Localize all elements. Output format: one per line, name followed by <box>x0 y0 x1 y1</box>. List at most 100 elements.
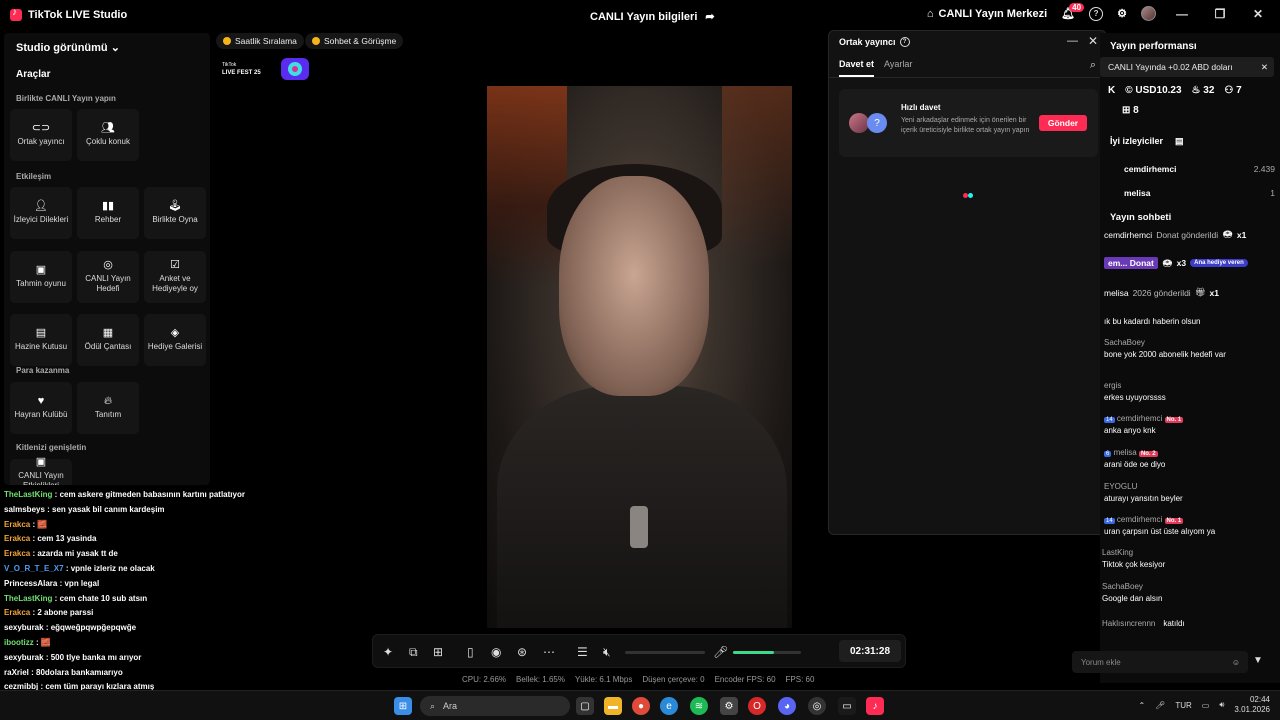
windows-start-icon[interactable]: ⊞ <box>394 697 412 715</box>
speaker-muted-icon[interactable]: 🔇︎ <box>603 645 611 660</box>
tile-live-goal[interactable]: ◎ CANLI Yayın Hedefi <box>77 251 139 303</box>
chat-username[interactable]: salmsbeys <box>4 505 45 514</box>
taskbar-search[interactable]: ⌕ Ara <box>420 696 570 716</box>
chat-username[interactable]: Erakca <box>4 534 30 543</box>
send-invite-button[interactable]: Gönder <box>1039 115 1087 131</box>
performance-status: CPU: 2.66% Bellek: 1.65% Yükle: 6.1 Mbps… <box>462 675 815 684</box>
opera-icon[interactable]: O <box>748 697 766 715</box>
tile-fan-club[interactable]: ♥ Hayran Kulübü <box>10 382 72 434</box>
chat-username[interactable]: TheLastKing <box>4 594 52 603</box>
tile-treasure-box[interactable]: ▤ Hazine Kutusu <box>10 314 72 366</box>
settings-icon[interactable]: ⚙ <box>720 697 738 715</box>
comment-input[interactable]: Yorum ekle ☺ <box>1072 651 1248 673</box>
hourly-ranking-chip[interactable]: Saatlik Sıralama <box>216 33 304 49</box>
tab-invite[interactable]: Davet et <box>839 59 875 77</box>
search-icon[interactable]: ⌕ <box>1090 59 1096 72</box>
volume-icon[interactable]: 🔊︎ <box>1219 700 1224 710</box>
studio-view-dropdown[interactable]: Studio görünümü ⌄ <box>16 41 120 54</box>
info-icon[interactable]: ? <box>899 37 910 47</box>
chat-username[interactable]: 14 cemdirhemci No. 1 <box>1104 515 1215 524</box>
viewer-row[interactable]: cemdirhemci 2.439 <box>1110 164 1275 174</box>
tile-prize-bag[interactable]: ▦ Ödül Çantası <box>77 314 139 366</box>
chat-text: Tiktok çok kesiyor <box>1102 560 1166 569</box>
file-explorer-icon[interactable]: ▬ <box>604 697 622 715</box>
network-icon[interactable]: ▭ <box>1202 701 1210 710</box>
chat-username[interactable]: SachaBoey <box>1102 582 1163 591</box>
close-button[interactable]: ✕ <box>1246 7 1270 21</box>
tile-viewer-requests[interactable]: 👤︎ İzleyici Dilekleri <box>10 187 72 239</box>
gift-event: cemdirhemci Donat gönderildi 🍩︎ x1 <box>1104 229 1247 240</box>
tile-poll[interactable]: ☑ Anket ve Hediyeyle oy <box>144 251 206 303</box>
chrome-icon[interactable]: ● <box>632 697 650 715</box>
tile-cohost[interactable]: ⊂⊃ Ortak yayıncı <box>10 109 72 161</box>
gear-icon[interactable]: ⚙ <box>1117 7 1127 20</box>
chevron-up-icon[interactable]: ⌃ <box>1138 701 1145 710</box>
phone-icon[interactable]: ▯ <box>467 645 474 659</box>
chat-username[interactable]: LastKing <box>1102 548 1165 557</box>
chat-username[interactable]: 6 melisa No. 2 <box>1104 448 1165 457</box>
tile-promote[interactable]: 🔥︎ Tanıtım <box>77 382 139 434</box>
obs-icon[interactable]: ◎ <box>808 697 826 715</box>
chat-username[interactable]: EYOGLU <box>1104 482 1183 491</box>
chat-username[interactable]: PrincessAlara <box>4 579 57 588</box>
chat-call-chip[interactable]: Sohbet & Görüşme <box>305 33 404 49</box>
live-info-button[interactable]: CANLI Yayın bilgileri ➦ <box>590 10 715 24</box>
chat-username[interactable]: ergis <box>1104 381 1166 390</box>
chat-username[interactable]: raXriel <box>4 668 29 677</box>
live-timer: 02:31:28 <box>839 640 901 662</box>
discord-icon[interactable]: ◕ <box>778 697 796 715</box>
layout-icon[interactable]: ⧉ <box>409 645 418 660</box>
chat-username[interactable]: TheLastKing <box>4 490 52 499</box>
minimize-button[interactable]: — <box>1170 7 1194 21</box>
minimize-popup-button[interactable]: — <box>1067 35 1078 47</box>
microphone-icon[interactable]: 🎤︎ <box>1155 701 1165 710</box>
chat-message: ibootizz : 🧱 <box>4 638 51 647</box>
tile-guide[interactable]: ▮▮ Rehber <box>77 187 139 239</box>
list-icon[interactable]: ▤ <box>1175 136 1184 147</box>
task-view-icon[interactable]: ▢ <box>576 697 594 715</box>
edge-icon[interactable]: e <box>660 697 678 715</box>
tab-settings[interactable]: Ayarlar <box>884 59 912 77</box>
terminal-icon[interactable]: ▭ <box>838 697 856 715</box>
chat-username[interactable]: sexyburak <box>4 623 44 632</box>
viewer-row[interactable]: melisa 1 <box>1110 188 1275 198</box>
help-icon[interactable]: ? <box>1089 6 1104 21</box>
sliders-icon[interactable]: ☰ <box>577 645 588 659</box>
chat-username[interactable]: ibootizz <box>4 638 34 647</box>
effects-icon[interactable]: ⊛ <box>517 645 527 659</box>
avatar[interactable] <box>1141 6 1156 21</box>
more-icon[interactable]: ⋯ <box>543 645 555 659</box>
mic-level-slider[interactable] <box>733 651 801 654</box>
chat-username[interactable]: Haklısıncrennn <box>1102 619 1155 628</box>
quick-invite-desc: Yeni arkadaşlar edinmek için önerilen bi… <box>901 117 1030 134</box>
chat-username[interactable]: Erakca <box>4 549 30 558</box>
notifications-button[interactable]: 🔔︎ 40 <box>1061 3 1085 20</box>
tile-multi-guest[interactable]: 👥︎ Çoklu konuk <box>77 109 139 161</box>
language-indicator[interactable]: TUR <box>1175 701 1191 710</box>
screen-icon[interactable]: ⊞ <box>433 645 443 659</box>
chat-username[interactable]: V_O_R_T_E_X7 <box>4 564 64 573</box>
close-notice-icon[interactable]: ✕ <box>1261 62 1268 73</box>
tile-play-together[interactable]: 🕹︎ Birlikte Oyna <box>144 187 206 239</box>
tile-live-events[interactable]: ▣CANLI Yayın Etkinlikleri <box>10 457 72 485</box>
chat-username[interactable]: 14 cemdirhemci No. 1 <box>1104 414 1184 423</box>
magic-icon[interactable]: ✦ <box>383 645 393 659</box>
filter-icon[interactable]: ▼ <box>1253 655 1263 666</box>
clock[interactable]: 02:44 3.01.2026 <box>1234 695 1270 715</box>
close-popup-button[interactable]: ✕ <box>1088 34 1098 48</box>
record-icon[interactable]: ◉ <box>491 645 501 659</box>
microphone-icon[interactable]: 🎤︎ <box>713 645 728 659</box>
spotify-icon[interactable]: ≋ <box>690 697 708 715</box>
chat-username[interactable]: sexyburak <box>4 653 44 662</box>
chat-username[interactable]: SachaBoey <box>1104 338 1226 347</box>
chat-message: raXriel : 80dolara bankamıarıyo <box>4 668 123 677</box>
chat-username[interactable]: Erakca <box>4 520 30 529</box>
volume-slider[interactable] <box>625 651 705 654</box>
chat-username[interactable]: Erakca <box>4 608 30 617</box>
tiktok-studio-icon[interactable]: ♪ <box>866 697 884 715</box>
maximize-button[interactable]: ❐ <box>1208 7 1232 21</box>
emoji-icon[interactable]: ☺ <box>1232 658 1240 667</box>
tile-guess-game[interactable]: ▣ Tahmin oyunu <box>10 251 72 303</box>
tile-gift-gallery[interactable]: ◈ Hediye Galerisi <box>144 314 206 366</box>
live-center-button[interactable]: ⌂ CANLI Yayın Merkezi <box>927 8 1047 20</box>
